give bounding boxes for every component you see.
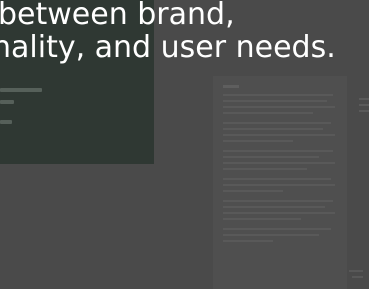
document-line: [223, 150, 333, 152]
document-line: [223, 178, 331, 180]
document-line: [223, 190, 283, 192]
document-line: [223, 168, 307, 170]
headline-line-1: between brand,: [0, 0, 235, 32]
document-line: [223, 206, 325, 208]
document-line: [223, 106, 335, 108]
panel-text-line: [0, 100, 14, 104]
panel-text-line: [0, 88, 42, 92]
document-line: [223, 128, 323, 130]
document-preview: [213, 76, 347, 289]
document-line: [223, 162, 335, 164]
document-line: [223, 184, 335, 186]
document-line: [223, 240, 273, 242]
document-line: [223, 200, 333, 202]
document-line: [223, 112, 313, 114]
document-heading: [223, 85, 239, 88]
document-line: [223, 94, 333, 96]
document-line: [223, 234, 319, 236]
corner-mark: [352, 276, 363, 278]
corner-mark: [349, 270, 363, 272]
document-line: [223, 134, 335, 136]
document-line: [223, 156, 319, 158]
margin-mark: [359, 104, 369, 106]
document-line: [223, 212, 335, 214]
document-line: [223, 122, 331, 124]
margin-mark: [359, 98, 369, 100]
document-line: [223, 218, 301, 220]
document-line: [223, 140, 293, 142]
panel-text-line: [0, 120, 12, 124]
document-line: [223, 228, 331, 230]
margin-mark: [359, 110, 369, 112]
page: { "headline": { "line1": "between brand,…: [0, 0, 369, 289]
headline-line-2: nality, and user needs.: [0, 30, 336, 65]
document-line: [223, 100, 327, 102]
